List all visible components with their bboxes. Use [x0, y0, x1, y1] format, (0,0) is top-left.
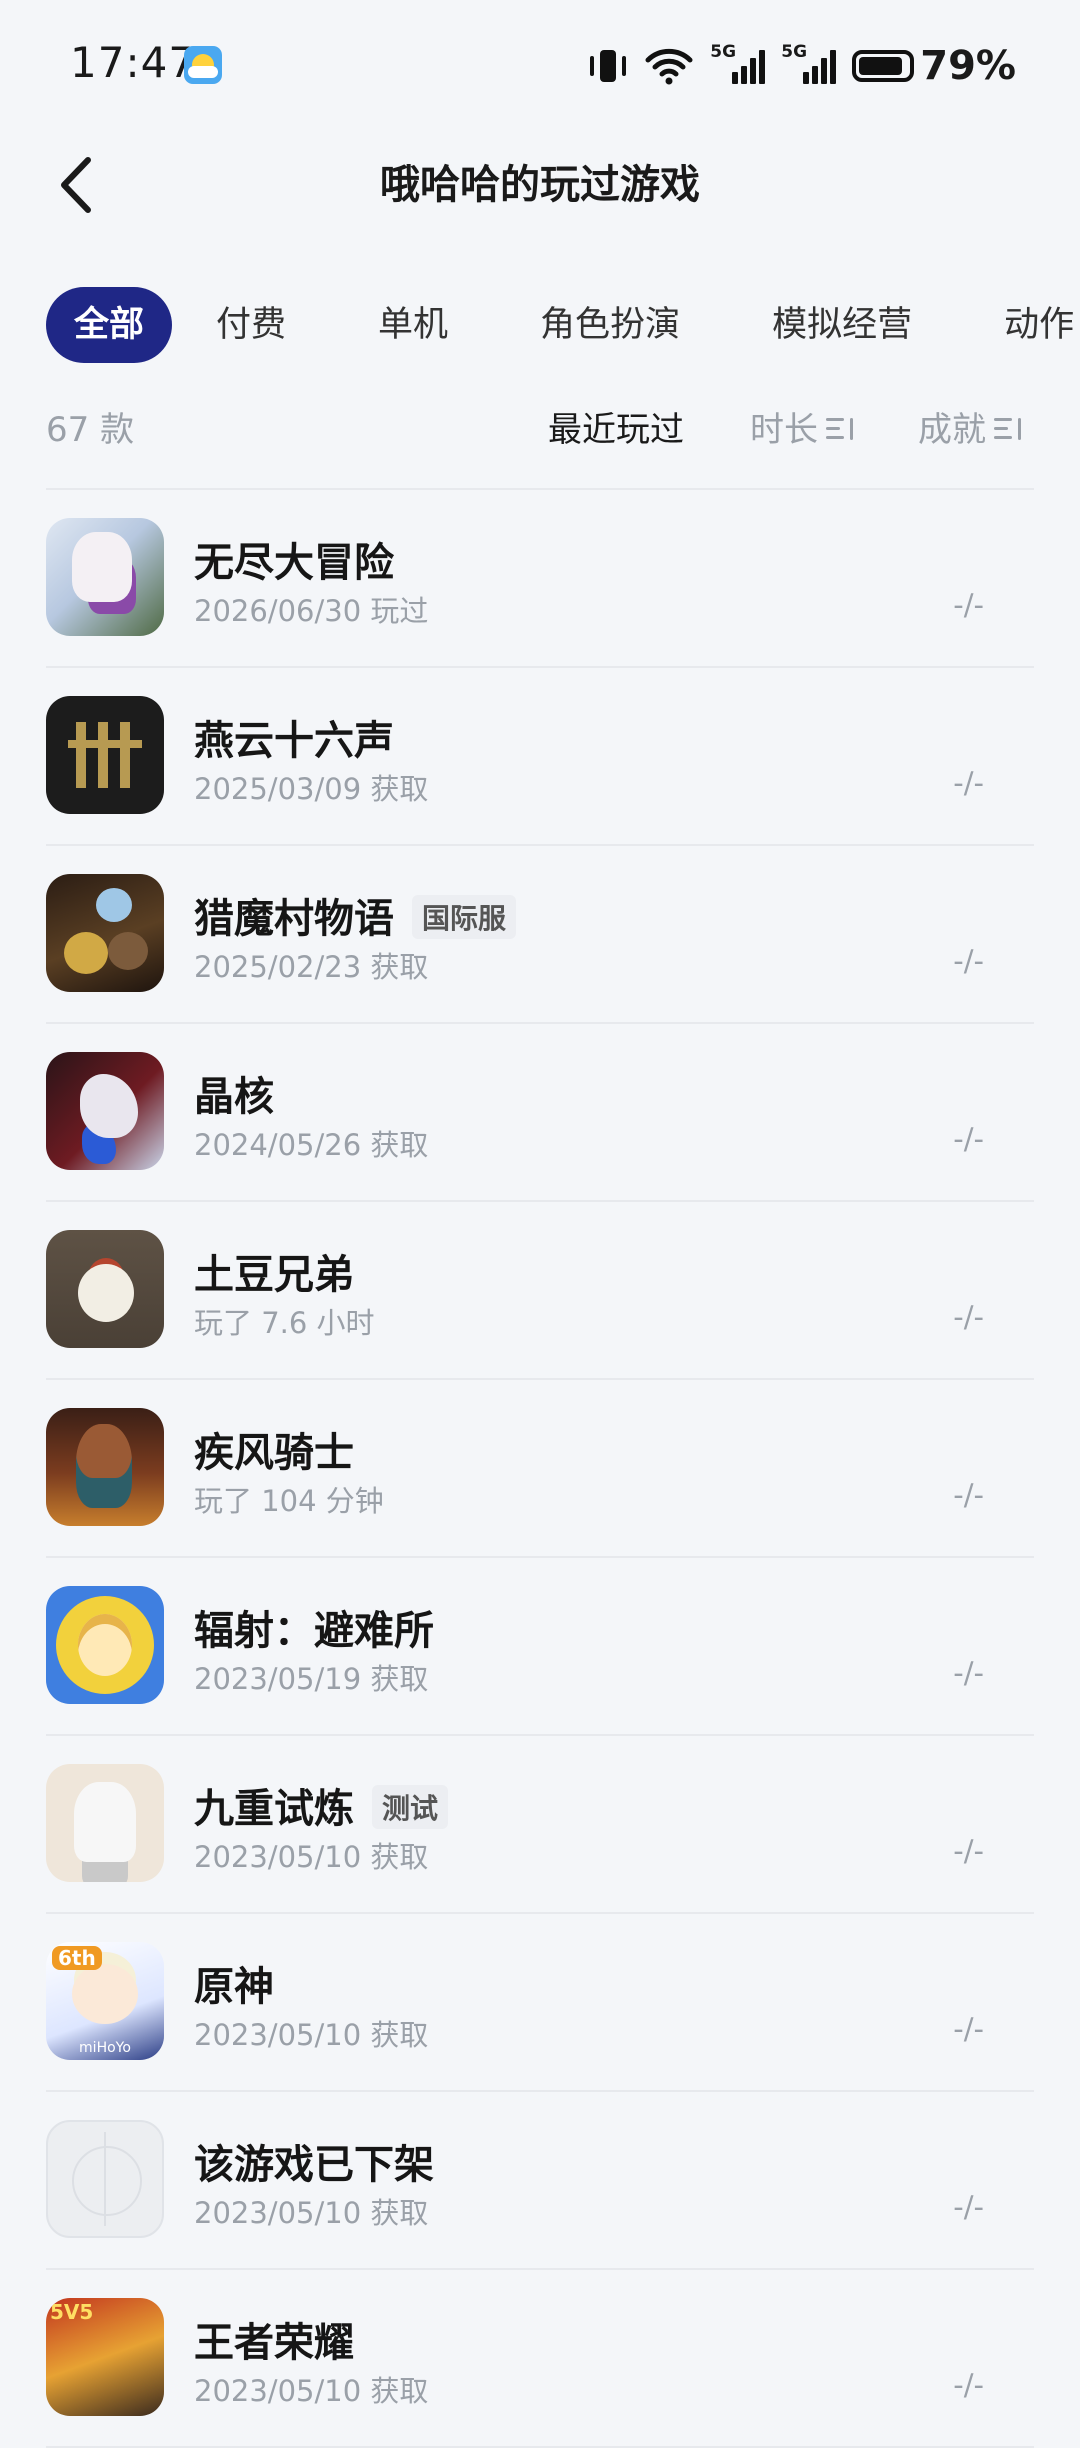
game-achievement: -/-: [953, 1122, 984, 1156]
game-status: 2023/05/10 获取: [194, 2196, 429, 2230]
genshin-icon: 6th miHoYo: [46, 1942, 164, 2060]
game-status: 2023/05/10 获取: [194, 2018, 429, 2052]
game-name: 该游戏已下架: [194, 2142, 434, 2188]
game-row[interactable]: 燕云十六声 2025/03/09 获取 -/-: [46, 668, 1034, 846]
game-name: 土豆兄弟: [194, 1252, 354, 1298]
fallout-shelter-icon: [46, 1586, 164, 1704]
game-achievement: -/-: [953, 2368, 984, 2402]
page-title: 哦哈哈的玩过游戏: [380, 162, 700, 208]
game-achievement: -/-: [953, 2190, 984, 2224]
game-list: 无尽大冒险 2026/06/30 玩过 -/- 燕云十六声 2025/03/09…: [46, 490, 1034, 2448]
status-icons: 5G 5G 79%: [588, 40, 1016, 92]
game-name: 原神: [194, 1964, 274, 2010]
game-row[interactable]: 5V5 王者荣耀 2023/05/10 获取 -/-: [46, 2270, 1034, 2448]
sort-duration-button[interactable]: 时长: [750, 402, 854, 451]
signal-2-icon: 5G: [781, 42, 837, 84]
game-achievement: -/-: [953, 766, 984, 800]
game-name: 晶核: [194, 1074, 274, 1120]
sort-icon: [994, 416, 1022, 442]
game-status: 2025/03/09 获取: [194, 772, 429, 806]
game-row[interactable]: 土豆兄弟 玩了 7.6 小时 -/-: [46, 1202, 1034, 1380]
game-name: 疾风骑士: [194, 1430, 354, 1476]
game-status: 2025/02/23 获取: [194, 950, 429, 984]
test-badge: 测试: [372, 1785, 449, 1829]
brotato-icon: [46, 1230, 164, 1348]
game-achievement: -/-: [953, 1834, 984, 1868]
server-badge: 国际服: [412, 895, 517, 939]
status-bar: 17:47 5G 5G 79%: [0, 0, 1080, 130]
sort-duration-label: 时长: [750, 410, 818, 450]
game-name: 王者荣耀: [194, 2320, 354, 2366]
tab-all[interactable]: 全部: [46, 287, 173, 363]
game-count: 67 款: [46, 410, 135, 450]
signal-1-icon: 5G: [710, 42, 766, 84]
game-status: 2023/05/19 获取: [194, 1662, 429, 1696]
game-name: 无尽大冒险: [194, 540, 394, 586]
sort-icon: [826, 416, 854, 442]
tab-simulation[interactable]: 模拟经营: [750, 287, 934, 363]
game-achievement: -/-: [953, 1656, 984, 1690]
placeholder-game-icon: [46, 2120, 164, 2238]
nine-trials-icon: [46, 1764, 164, 1882]
wifi-icon: [645, 48, 693, 85]
tab-action[interactable]: 动作: [982, 287, 1080, 363]
monster-village-icon: [46, 874, 164, 992]
sort-achievement-label: 成就: [918, 410, 986, 450]
crystal-core-icon: [46, 1052, 164, 1170]
battery-icon: [852, 50, 915, 82]
game-status: 2024/05/26 获取: [194, 1128, 429, 1162]
game-name: 猎魔村物语 国际服: [194, 886, 517, 944]
vibrate-icon: [588, 46, 628, 86]
game-row[interactable]: 猎魔村物语 国际服 2025/02/23 获取 -/-: [46, 846, 1034, 1024]
game-row[interactable]: 晶核 2024/05/26 获取 -/-: [46, 1024, 1034, 1202]
tab-paid[interactable]: 付费: [194, 287, 308, 363]
game-status: 2023/05/10 获取: [194, 2374, 429, 2408]
game-row[interactable]: 该游戏已下架 2023/05/10 获取 -/-: [46, 2092, 1034, 2270]
game-row[interactable]: 6th miHoYo 原神 2023/05/10 获取 -/-: [46, 1914, 1034, 2092]
gale-knight-icon: [46, 1408, 164, 1526]
battery-percent: 79%: [920, 43, 1016, 89]
game-name: 燕云十六声: [194, 718, 394, 764]
game-row[interactable]: 辐射：避难所 2023/05/19 获取 -/-: [46, 1558, 1034, 1736]
sort-recent-label: 最近玩过: [548, 410, 684, 450]
game-row[interactable]: 九重试炼 测试 2023/05/10 获取 -/-: [46, 1736, 1034, 1914]
game-status: 玩了 104 分钟: [194, 1484, 384, 1518]
game-status: 玩了 7.6 小时: [194, 1306, 375, 1340]
game-row[interactable]: 无尽大冒险 2026/06/30 玩过 -/-: [46, 490, 1034, 668]
category-tabs: 全部 付费 单机 角色扮演 模拟经营 动作: [46, 287, 1080, 363]
weather-icon: [184, 46, 222, 84]
game-row[interactable]: 疾风骑士 玩了 104 分钟 -/-: [46, 1380, 1034, 1558]
tab-rpg[interactable]: 角色扮演: [518, 287, 702, 363]
game-name: 九重试炼 测试: [194, 1776, 449, 1834]
battery-indicator: 79%: [852, 43, 1016, 89]
sort-recent-button[interactable]: 最近玩过: [548, 402, 684, 451]
honor-of-kings-icon: 5V5: [46, 2298, 164, 2416]
status-time: 17:47: [70, 38, 197, 87]
game-achievement: -/-: [953, 944, 984, 978]
game-achievement: -/-: [953, 1478, 984, 1512]
game-achievement: -/-: [953, 1300, 984, 1334]
endless-adventure-icon: [46, 518, 164, 636]
game-achievement: -/-: [953, 2012, 984, 2046]
game-status: 2026/06/30 玩过: [194, 594, 429, 628]
game-name: 辐射：避难所: [194, 1608, 434, 1654]
game-status: 2023/05/10 获取: [194, 1840, 429, 1874]
tab-offline[interactable]: 单机: [356, 287, 470, 363]
sort-achievement-button[interactable]: 成就: [918, 402, 1022, 451]
yanyun-icon: [46, 696, 164, 814]
game-achievement: -/-: [953, 588, 984, 622]
